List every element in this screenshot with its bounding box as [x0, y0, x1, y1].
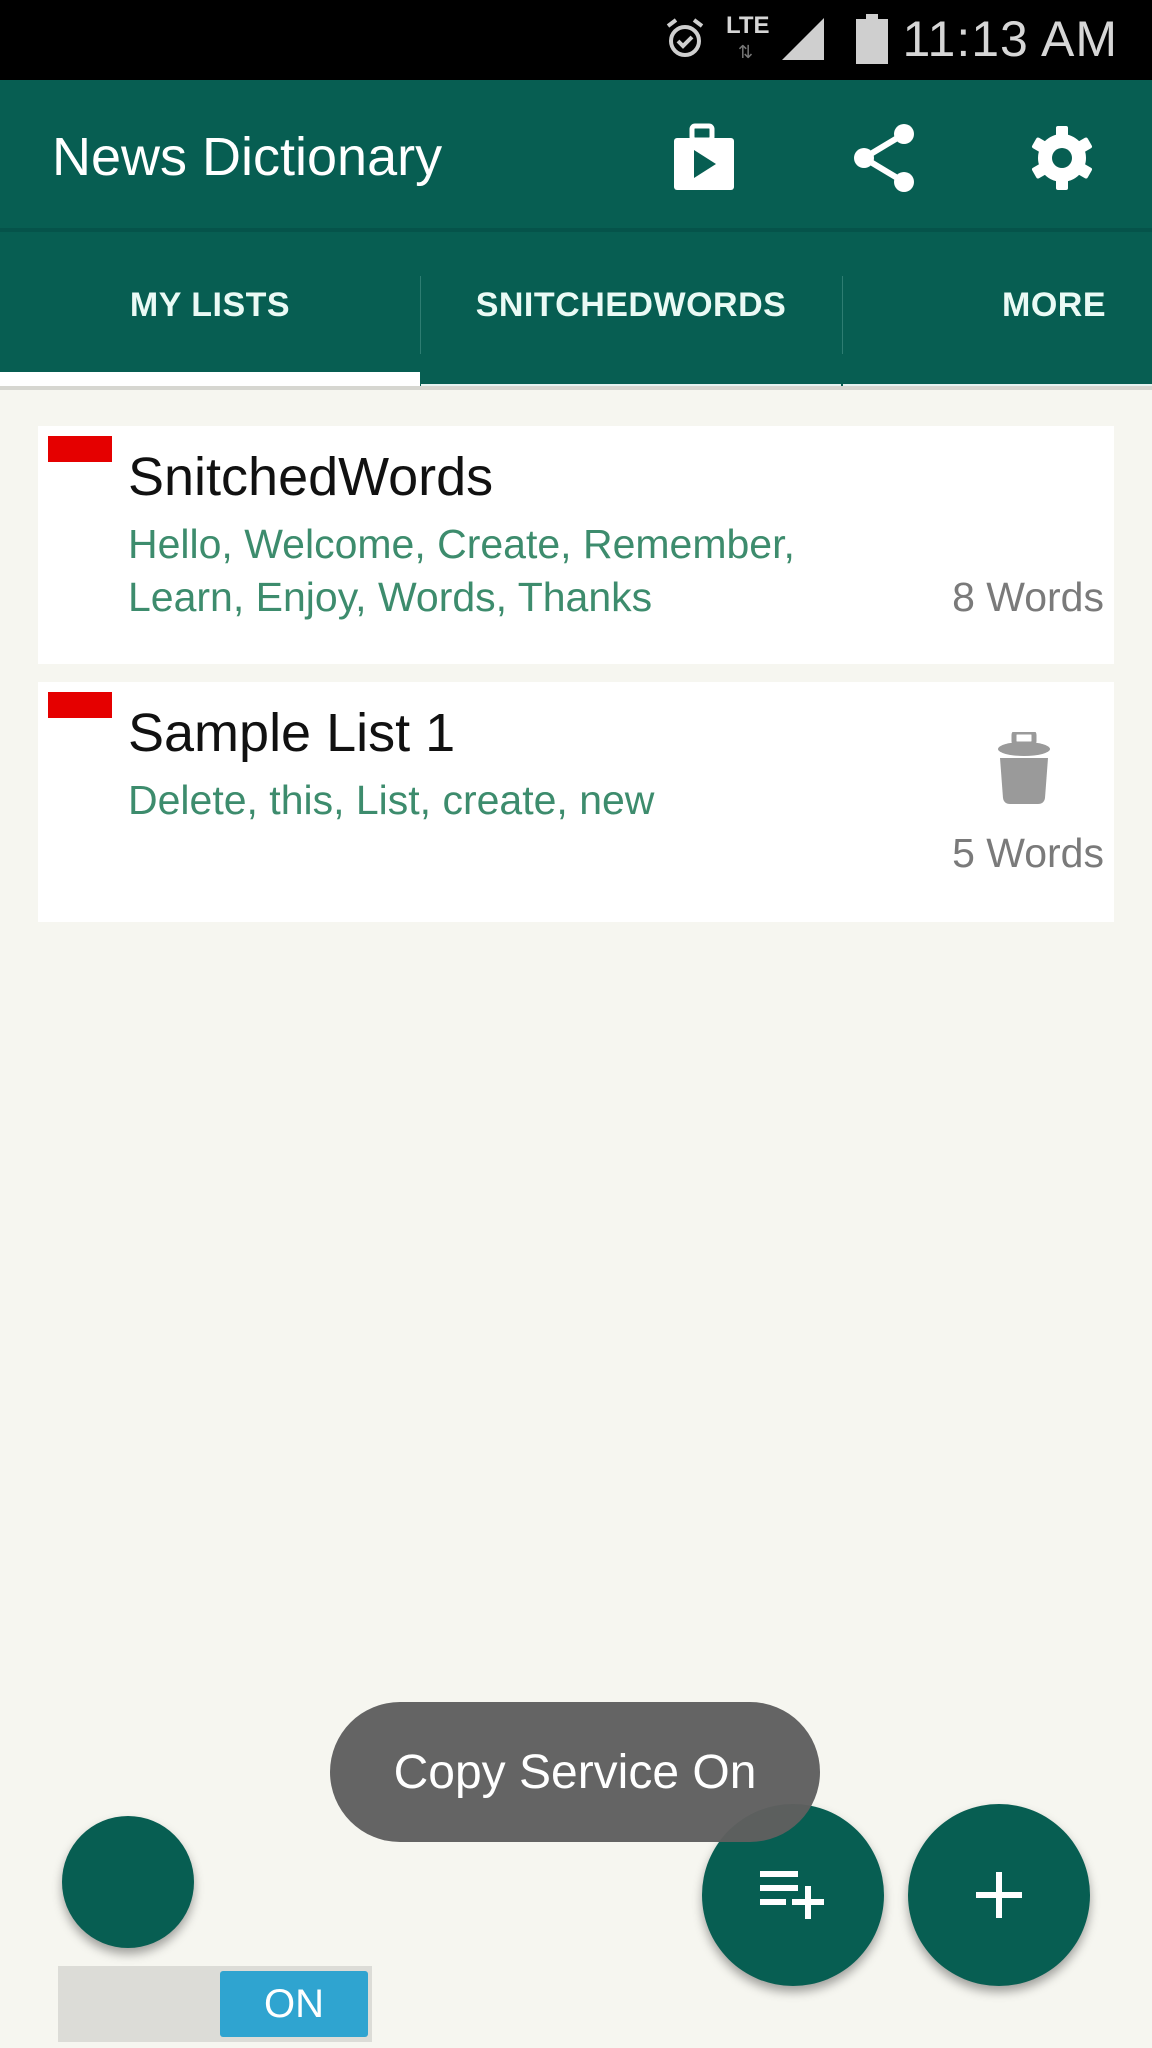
clock: 11:13 AM: [902, 11, 1118, 67]
status-bar: LTE ⇅ 11:13 AM: [0, 0, 1152, 80]
list-title: Sample List 1: [128, 703, 456, 763]
add-button[interactable]: [908, 1804, 1090, 1986]
list-words: Delete, this, List, create, new: [128, 777, 655, 823]
battery-icon: [856, 14, 888, 69]
list-flag: [48, 436, 112, 462]
play-store-button[interactable]: [668, 122, 740, 194]
list-card-sample-list-1[interactable]: Sample List 1 Delete, this, List, create…: [38, 682, 1114, 922]
trash-icon: [998, 729, 1050, 804]
list-card-snitchedwords[interactable]: SnitchedWords Hello, Welcome, Create, Re…: [38, 426, 1114, 664]
plus-icon: [976, 1872, 1022, 1918]
tab-label: MY LISTS: [129, 285, 291, 324]
tab-label: MORE: [1002, 285, 1106, 324]
app-bar: News Dictionary: [0, 80, 1152, 228]
copy-service-toggle[interactable]: ON: [58, 1966, 372, 2042]
app-title: News Dictionary: [52, 127, 443, 187]
tab-bar: MY LISTS SNITCHEDWORDS MORE: [0, 228, 1152, 390]
delete-list-button[interactable]: [996, 729, 1052, 804]
list-words: Hello, Welcome, Create, Remember, Learn,…: [128, 521, 795, 620]
playlist-add-icon: [760, 1871, 824, 1919]
lte-icon: LTE: [726, 12, 770, 39]
toast-message: Copy Service On: [330, 1702, 820, 1842]
list-word-count: 5 Words: [952, 830, 1104, 876]
list-word-count: 8 Words: [952, 574, 1104, 620]
copy-service-button[interactable]: [62, 1816, 194, 1948]
alarm-icon: [664, 16, 706, 65]
play-store-icon: [674, 123, 734, 190]
list-flag: [48, 692, 112, 718]
list-title: SnitchedWords: [128, 447, 494, 507]
tab-label: SNITCHEDWORDS: [475, 285, 787, 324]
signal-icon: [780, 16, 826, 67]
data-activity-icon: ⇅: [738, 42, 754, 62]
tab-shadow: [0, 386, 1152, 390]
settings-button[interactable]: [1026, 122, 1098, 194]
tab-snitchedwords[interactable]: SNITCHEDWORDS: [421, 232, 841, 390]
tab-my-lists[interactable]: MY LISTS: [0, 232, 420, 390]
share-icon: [854, 124, 914, 192]
tab-more[interactable]: MORE: [843, 232, 1152, 390]
gear-icon: [1032, 126, 1092, 190]
toggle-knob: ON: [220, 1971, 368, 2037]
share-button[interactable]: [848, 122, 920, 194]
